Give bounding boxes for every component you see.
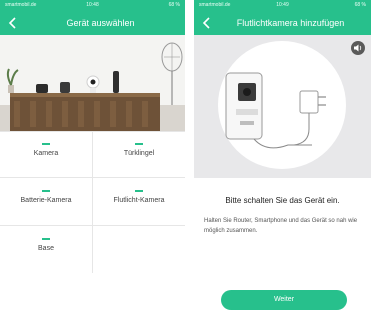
status-bar: smartmobil.de 10:48 68 %	[0, 0, 185, 11]
next-button[interactable]: Weiter	[221, 290, 347, 310]
battery-label: 68 %	[354, 2, 366, 8]
device-option-label: Batterie-Kamera	[20, 197, 72, 204]
back-icon[interactable]	[200, 16, 214, 30]
device-option-label: Türklingel	[123, 150, 155, 157]
power-on-illustration	[194, 35, 371, 178]
accent-dash	[135, 143, 143, 145]
accent-dash	[42, 238, 50, 240]
device-option-batterie-kamera[interactable]: Batterie-Kamera	[0, 178, 92, 223]
instruction-text: Halten Sie Router, Smartphone und das Ge…	[204, 218, 358, 234]
device-option-label: Kamera	[33, 150, 59, 157]
instruction-title: Bitte schalten Sie das Gerät ein.	[225, 196, 340, 205]
accent-dash	[135, 190, 143, 192]
accent-dash	[42, 143, 50, 145]
back-icon[interactable]	[6, 16, 20, 30]
camera-plug-illustration	[218, 41, 346, 169]
sound-toggle-button[interactable]	[351, 41, 365, 55]
device-option-kamera[interactable]: Kamera	[0, 131, 92, 176]
battery-label: 68 %	[168, 2, 180, 8]
clock: 10:49	[276, 2, 289, 8]
clock: 10:48	[86, 2, 99, 8]
room-hero-image	[0, 35, 185, 131]
page-title: Flutlichtkamera hinzufügen	[236, 18, 345, 28]
page-title: Gerät auswählen	[66, 18, 135, 28]
device-option-tuerklingel[interactable]: Türklingel	[93, 131, 185, 176]
accent-dash	[42, 190, 50, 192]
status-bar: smartmobil.de 10:49 68 %	[194, 0, 371, 11]
device-select-screen: smartmobil.de 10:48 68 % Gerät auswählen	[0, 0, 185, 321]
navigation-bar: Flutlichtkamera hinzufügen	[194, 11, 371, 35]
device-option-base[interactable]: Base	[0, 226, 92, 271]
device-option-flutlicht-kamera[interactable]: Flutlicht-Kamera	[93, 178, 185, 223]
add-floodlight-camera-screen: smartmobil.de 10:49 68 % Flutlichtkamera…	[194, 0, 371, 321]
speaker-icon	[354, 44, 362, 52]
device-option-label: Flutlicht-Kamera	[113, 197, 165, 204]
navigation-bar: Gerät auswählen	[0, 11, 185, 35]
device-option-label: Base	[38, 245, 54, 252]
